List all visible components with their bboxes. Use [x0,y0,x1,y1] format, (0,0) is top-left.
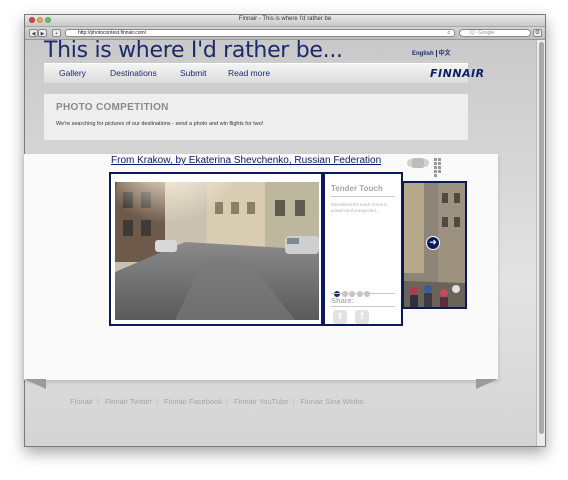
footer-link-facebook[interactable]: Finnair Facebook [164,397,222,406]
grid-view-icon[interactable] [434,158,445,177]
footer-link-youtube[interactable]: Finnair YouTube [234,397,288,406]
back-button[interactable]: ◀ [29,29,38,37]
pagination-dot[interactable] [364,291,370,297]
main-nav: Gallery Destinations Submit Read more FI… [44,63,484,83]
add-bookmark-button[interactable]: + [52,29,61,37]
url-text: http://photocontest.finnair.com/ [78,30,147,36]
photo-name: Tender Touch [331,184,383,193]
photo-info-panel: Tender Touch Sometimes the touch of sun … [323,172,403,326]
competition-text: We're searching for pictures of our dest… [56,121,264,127]
footer-links: Finnair | Finnair Twitter | Finnair Facebo… [70,397,364,406]
twitter-icon[interactable]: t [333,310,347,324]
forward-button[interactable]: ▶ [38,29,47,37]
language-switch: English 中文 [412,48,451,57]
lang-english-link[interactable]: English [412,51,434,57]
nav-submit[interactable]: Submit [180,68,206,78]
scrollbar-thumb[interactable] [539,42,544,434]
footer-link-finnair[interactable]: Finnair [70,397,93,406]
reload-icon[interactable]: c [448,30,451,37]
krakow-street-photo[interactable] [115,182,319,320]
finnair-logo[interactable]: FINNAIR [430,67,485,80]
share-divider-bottom [331,306,395,307]
footer-link-twitter[interactable]: Finnair Twitter [105,397,152,406]
footer-link-weibo[interactable]: Finnair Sina Weibo [300,397,363,406]
gear-icon[interactable]: ⚙ [533,29,542,37]
search-field[interactable]: Q~ Google [459,29,531,37]
photo-title-link[interactable]: From Krakow, by Ekaterina Shevchenko, Ru… [111,155,381,166]
info-divider [331,196,395,197]
competition-title: PHOTO COMPETITION [56,102,169,113]
lang-chinese-link[interactable]: 中文 [439,51,451,57]
nav-read-more[interactable]: Read more [228,68,270,78]
stage-fold-left [24,379,46,389]
window-title: Finnair - This is where I'd rather be [238,16,332,22]
next-arrow-icon[interactable]: ➜ [426,236,440,250]
pagination-dot[interactable] [356,291,363,297]
competition-box: PHOTO COMPETITION We're searching for pi… [44,94,468,140]
vertical-scrollbar[interactable] [536,40,545,446]
address-bar[interactable]: http://photocontest.finnair.com/ c [65,29,455,37]
share-divider-top [331,293,395,294]
share-label: Share: [331,296,355,305]
photo-illustration [115,182,319,320]
view-toggle-knob[interactable] [412,158,424,168]
facebook-icon[interactable]: f [355,310,369,324]
lang-divider [435,49,437,57]
title-bar: Finnair - This is where I'd rather be [25,15,545,27]
page-headline: This is where I'd rather be... [44,38,343,63]
photo-description: Sometimes the touch of sun is unseen and… [331,202,388,213]
stage-fold-right [476,379,498,389]
nav-destinations[interactable]: Destinations [110,68,157,78]
main-photo-frame [109,172,323,326]
nav-gallery[interactable]: Gallery [59,68,86,78]
